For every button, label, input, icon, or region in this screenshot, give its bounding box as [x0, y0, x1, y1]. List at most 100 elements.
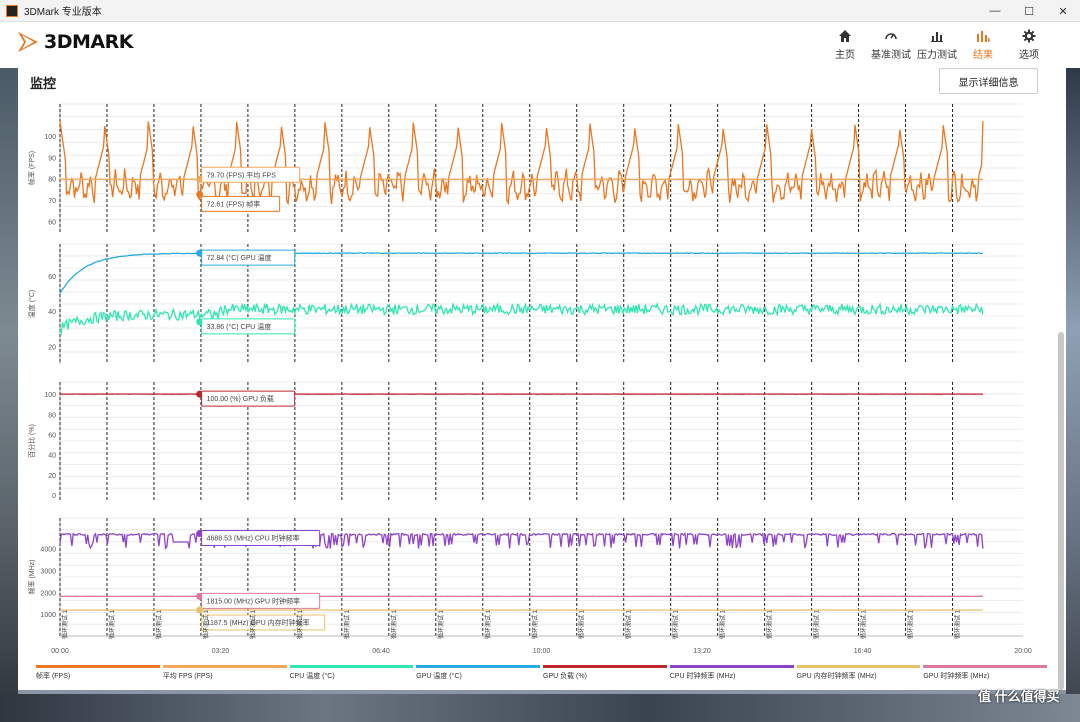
legend-label: CPU 时钟频率 (MHz): [669, 673, 736, 680]
loop-marker-label: 循环测试 1: [860, 609, 868, 639]
window-titlebar: 3DMark 专业版本 — ☐ ✕: [0, 0, 1080, 22]
nav-item-gear[interactable]: 选项: [1006, 26, 1052, 61]
chart-legend: 帧率 (FPS) 平均 FPS (FPS) CPU 温度 (°C) GPU 温度 (°…: [36, 665, 1050, 680]
logo[interactable]: 3DMARK: [16, 30, 133, 54]
legend-item[interactable]: 平均 FPS (FPS): [162, 665, 287, 680]
x-tick-label: 16:40: [854, 648, 872, 655]
y-tick-label: 100: [44, 392, 56, 399]
series-line: [59, 301, 984, 336]
tooltip-label: 72.84 (°C) GPU 温度: [207, 253, 272, 262]
nav-item-home[interactable]: 主页: [822, 26, 868, 61]
loop-marker-label: 循环测试 1: [954, 609, 962, 639]
nav-item-results[interactable]: 结果: [960, 26, 1006, 61]
legend-swatch: [669, 665, 794, 668]
legend-item[interactable]: 帧率 (FPS): [36, 665, 160, 680]
tooltip-label: 33.86 (°C) CPU 温度: [207, 322, 272, 331]
y-tick-label: 40: [48, 453, 56, 460]
nav-label: 基准测试: [871, 50, 911, 61]
loop-marker-label: 循环测试 1: [766, 609, 774, 639]
y-tick-label: 80: [48, 412, 56, 419]
y-tick-label: 40: [48, 309, 56, 316]
loop-marker-label: 循环测试 1: [437, 609, 445, 639]
y-tick-label: 60: [48, 219, 56, 226]
legend-swatch: [162, 665, 287, 668]
speedometer-icon: [868, 26, 914, 46]
x-tick-label: 20:00: [1014, 648, 1032, 655]
tooltip-label: 72.61 (FPS) 帧率: [207, 199, 261, 208]
legend-swatch: [416, 665, 540, 668]
app-icon: [6, 4, 18, 17]
bar-chart-icon: [914, 26, 960, 46]
legend-label: GPU 时钟频率 (MHz): [923, 673, 990, 680]
nav-label: 结果: [973, 50, 993, 61]
scrollbar[interactable]: [1058, 332, 1064, 690]
nav-item-bar-chart[interactable]: 压力测试: [914, 26, 960, 61]
legend-swatch: [543, 665, 667, 668]
y-tick-label: 100: [44, 134, 56, 141]
legend-item[interactable]: GPU 时钟频率 (MHz): [923, 665, 1047, 680]
legend-swatch: [923, 665, 1047, 668]
y-tick-label: 3000: [40, 568, 56, 575]
loop-marker-label: 循环测试 1: [578, 609, 586, 639]
legend-label: GPU 内存时钟频率 (MHz): [796, 673, 877, 680]
tooltip-label: 79.70 (FPS) 平均 FPS: [207, 170, 277, 179]
loop-marker-label: 循环测试 1: [202, 609, 210, 639]
nav-item-speedometer[interactable]: 基准测试: [868, 26, 914, 61]
loop-marker-label: 循环测试 1: [719, 609, 727, 639]
legend-item[interactable]: GPU 温度 (°C): [416, 665, 540, 680]
brand-name: 3DMARK: [44, 31, 133, 53]
legend-swatch: [796, 665, 921, 668]
legend-swatch: [289, 665, 414, 668]
loop-marker-label: 循环测试 1: [155, 609, 163, 639]
loop-marker-label: 循环测试 1: [625, 609, 633, 639]
legend-item[interactable]: CPU 时钟频率 (MHz): [669, 665, 794, 680]
legend-item[interactable]: GPU 负载 (%): [543, 665, 667, 680]
loop-marker-label: 循环测试 1: [343, 609, 351, 639]
legend-label: CPU 温度 (°C): [289, 673, 335, 680]
loop-marker-label: 循环测试 1: [108, 609, 116, 639]
gear-icon: [1006, 26, 1052, 46]
loop-marker-label: 循环测试 1: [61, 609, 69, 639]
y-axis-label: 帧率 (FPS): [27, 151, 36, 185]
app-header: 3DMARK 主页 基准测试 压力测试 结果 选项: [0, 22, 1080, 68]
background-image-bottom: [0, 694, 1080, 722]
legend-item[interactable]: CPU 温度 (°C): [289, 665, 414, 680]
minimize-button[interactable]: —: [978, 0, 1012, 22]
watermark: 值 什么值得买: [978, 689, 1060, 704]
tooltip-label: 4688.53 (MHz) CPU 时钟频率: [207, 534, 300, 543]
loop-marker-label: 循环测试 1: [296, 609, 304, 639]
y-tick-label: 90: [48, 155, 56, 162]
loop-marker-label: 循环测试 1: [813, 609, 821, 639]
x-tick-label: 13:20: [693, 648, 711, 655]
y-tick-label: 60: [48, 432, 56, 439]
legend-label: 平均 FPS (FPS): [162, 673, 213, 680]
tooltip-label: 1187.5 (MHz) GPU 内存时钟频率: [207, 618, 310, 627]
tooltip-label: 1815.00 (MHz) GPU 时钟频率: [207, 596, 300, 605]
loop-marker-label: 循环测试 1: [249, 609, 257, 639]
y-tick-label: 4000: [40, 547, 56, 554]
nav-label: 主页: [835, 50, 855, 61]
loop-marker-label: 循环测试 1: [531, 609, 539, 639]
legend-item[interactable]: GPU 内存时钟频率 (MHz): [796, 665, 921, 680]
x-tick-label: 10:00: [533, 648, 551, 655]
y-tick-label: 80: [48, 177, 56, 184]
loop-marker-label: 循环测试 1: [907, 609, 915, 639]
legend-label: 帧率 (FPS): [36, 673, 71, 680]
legend-label: GPU 负载 (%): [543, 673, 587, 680]
y-tick-label: 20: [48, 473, 56, 480]
tooltip-label: 100.00 (%) GPU 负载: [207, 394, 274, 403]
monitoring-chart[interactable]: 60 70 80 90 100 帧率 (FPS) 79.70 (FPS) 平均 FPS 72.…: [18, 68, 1066, 665]
legend-swatch: [36, 665, 160, 668]
window-title: 3DMark 专业版本: [24, 7, 102, 18]
loop-marker-label: 循环测试 1: [484, 609, 492, 639]
loop-marker-label: 循环测试 1: [390, 609, 398, 639]
maximize-button[interactable]: ☐: [1012, 0, 1046, 22]
3dmark-logo-icon: [18, 32, 38, 52]
series-line: [59, 252, 983, 294]
cursor-point: [196, 606, 204, 614]
nav-label: 选项: [1019, 50, 1039, 61]
close-button[interactable]: ✕: [1046, 0, 1080, 22]
y-axis-label: 百分比 (%): [27, 424, 36, 458]
legend-label: GPU 温度 (°C): [416, 673, 462, 680]
x-tick-label: 00:00: [51, 648, 69, 655]
